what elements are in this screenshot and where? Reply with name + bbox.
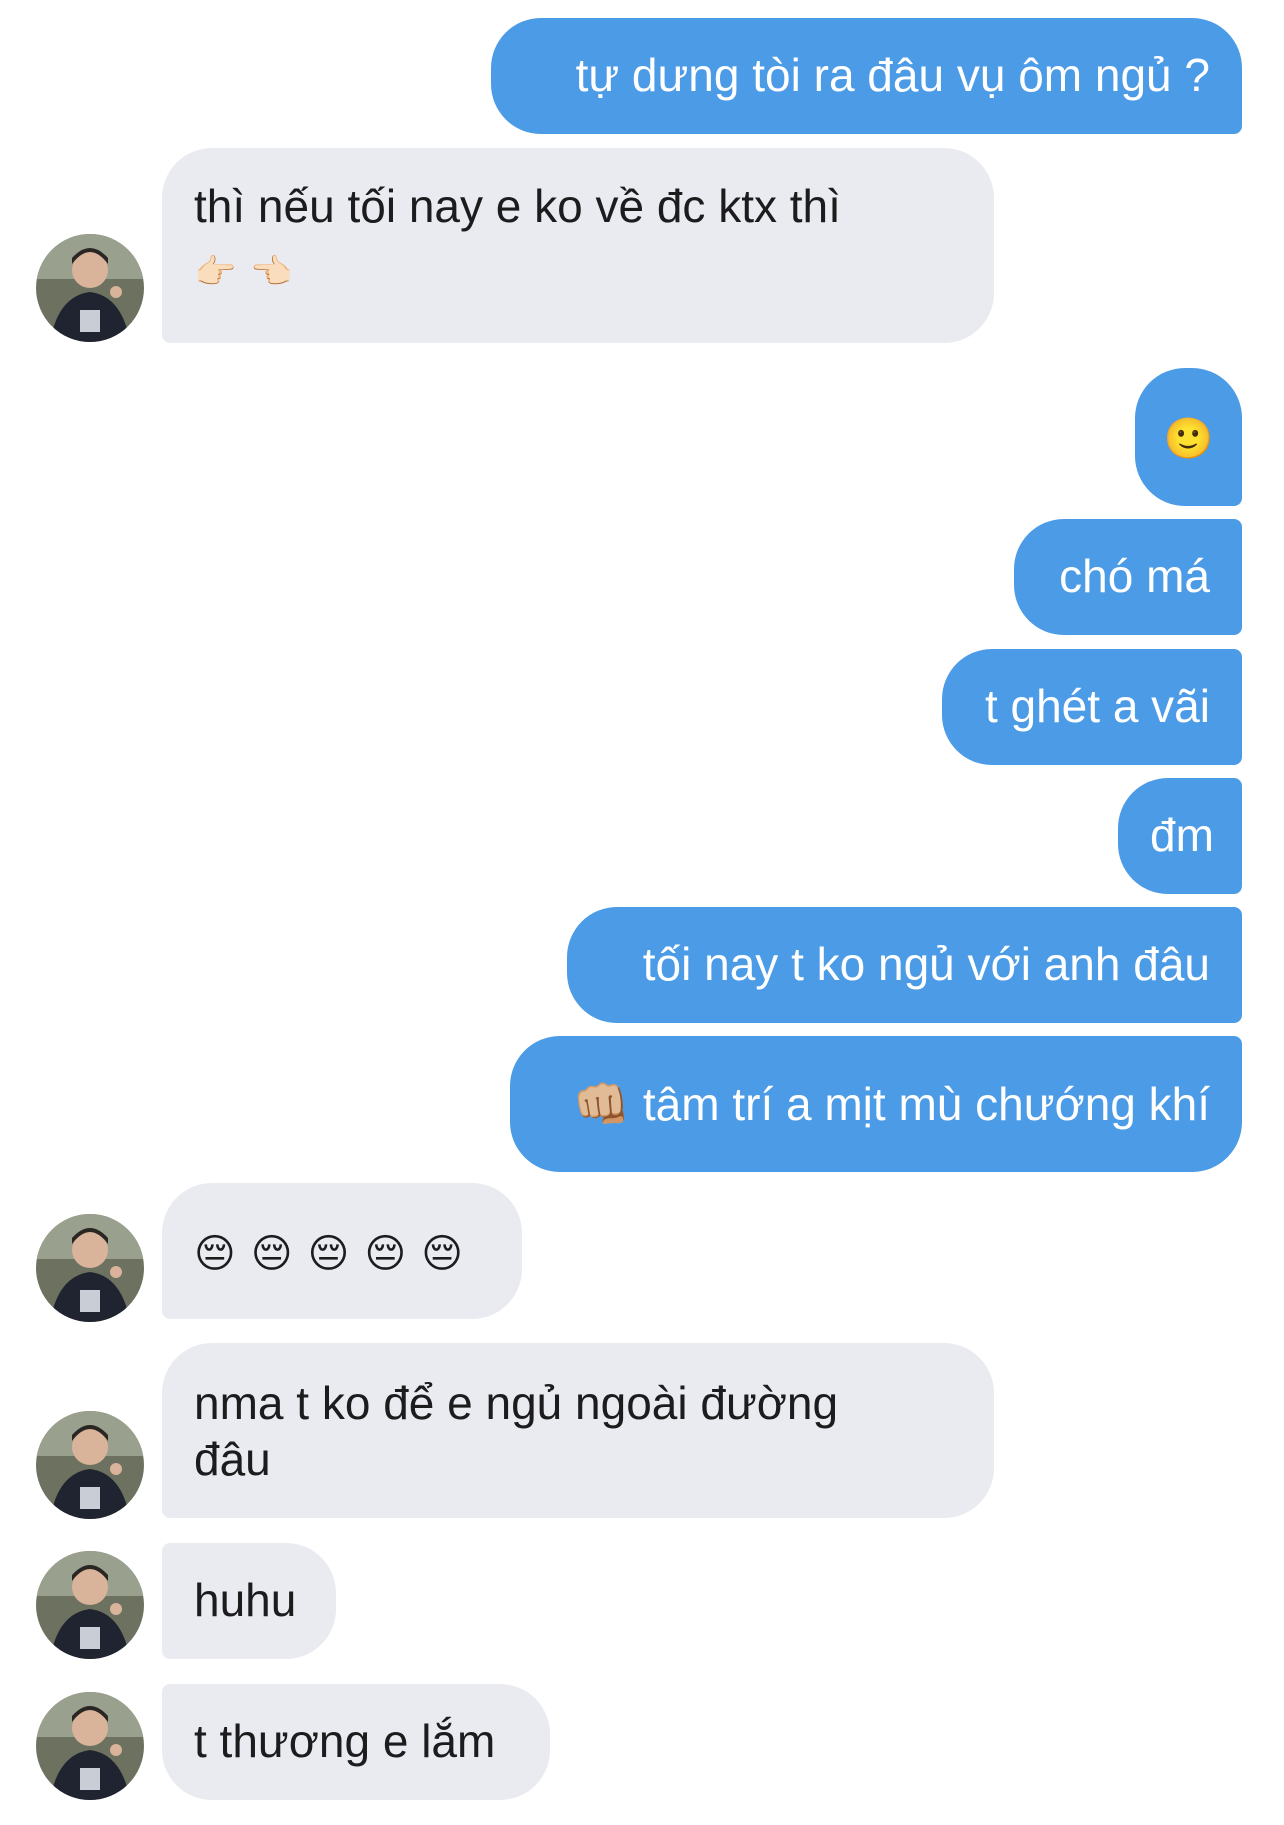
message-text: 🙂 [1163,417,1214,461]
message-text: huhu [194,1574,297,1626]
contact-avatar[interactable] [36,1214,144,1322]
contact-avatar[interactable] [36,1551,144,1659]
message-text: tối nay t ko ngủ với anh đâu [642,938,1210,990]
incoming-message[interactable]: 😔 😔 😔 😔 😔 [162,1183,522,1319]
message-text: chó má [1059,550,1210,602]
message-text: 😔 😔 😔 😔 😔 [194,1232,465,1276]
outgoing-message[interactable]: t ghét a vãi [942,649,1242,765]
outgoing-message[interactable]: tối nay t ko ngủ với anh đâu [567,907,1242,1023]
message-text: nma t ko để e ngủ ngoài đường [194,1377,839,1429]
avatar-photo [36,234,144,342]
incoming-message[interactable]: thì nếu tối nay e ko về đc ktx thì 👉🏻👈🏻 [162,148,994,343]
avatar-photo [36,1214,144,1322]
avatar-photo [36,1411,144,1519]
message-text: đm [1150,809,1214,861]
contact-avatar[interactable] [36,1692,144,1800]
message-text: t ghét a vãi [984,680,1210,732]
incoming-message[interactable]: t thương e lắm [162,1684,550,1800]
outgoing-message[interactable]: đm [1118,778,1242,894]
outgoing-message[interactable]: tự dưng tòi ra đâu vụ ôm ngủ ? [491,18,1242,134]
avatar-photo [36,1692,144,1800]
contact-avatar[interactable] [36,1411,144,1519]
message-text-line2: đâu [194,1433,271,1485]
avatar-photo [36,1551,144,1659]
message-text: 👊🏼 tâm trí a mịt mù chướng khí [572,1078,1210,1130]
outgoing-message[interactable]: 👊🏼 tâm trí a mịt mù chướng khí [510,1036,1242,1172]
outgoing-message[interactable]: 🙂 [1135,368,1242,506]
message-text: tự dưng tòi ra đâu vụ ôm ngủ ? [575,49,1210,101]
chat-thread: tự dưng tòi ra đâu vụ ôm ngủ ? thì nếu t… [0,0,1284,1825]
message-emoji: 👉🏻👈🏻 [194,253,307,291]
outgoing-message[interactable]: chó má [1014,519,1242,635]
message-text: t thương e lắm [194,1715,496,1767]
incoming-message[interactable]: nma t ko để e ngủ ngoài đường đâu [162,1343,994,1518]
contact-avatar[interactable] [36,234,144,342]
incoming-message[interactable]: huhu [162,1543,336,1659]
message-text: thì nếu tối nay e ko về đc ktx thì [194,180,841,232]
